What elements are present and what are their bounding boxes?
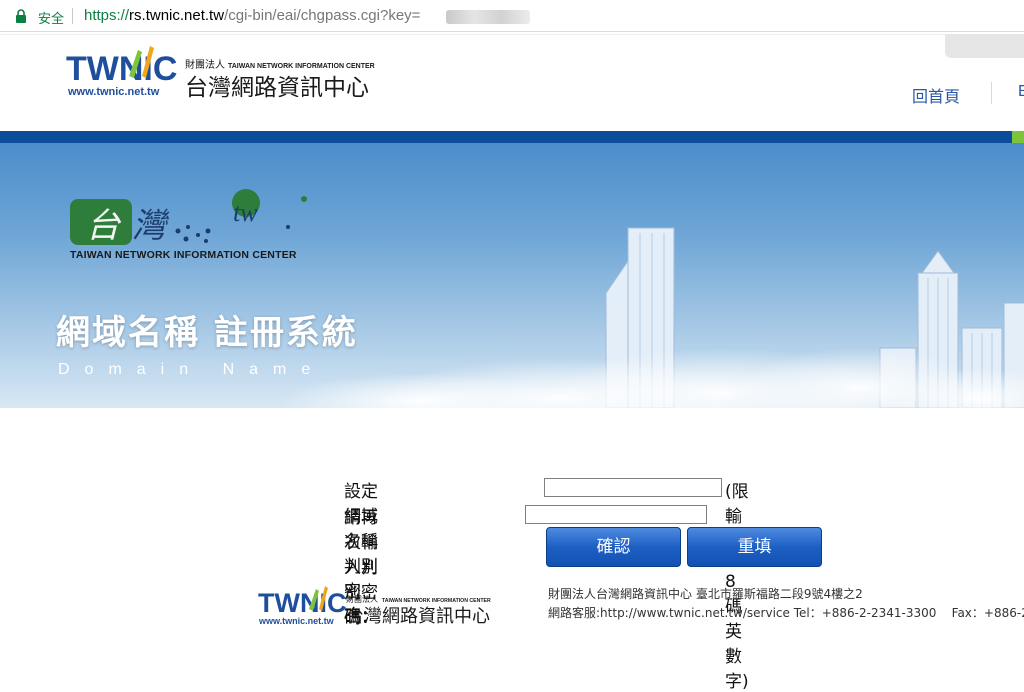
header-divider — [0, 34, 1024, 35]
footer-logo-url: www.twnic.net.tw — [258, 616, 335, 626]
footer-logo-org-zh: 台灣網路資訊中心 — [346, 606, 490, 626]
url-path: /cgi-bin/eai/chgpass.cgi?key= — [224, 7, 421, 24]
header-tab-edge — [945, 34, 1024, 58]
footer-logo-mark: TWNIC — [258, 588, 346, 618]
nav-separator — [991, 82, 992, 104]
logo-mark-text: TWNIC — [66, 50, 177, 88]
nav-next-link[interactable]: E — [1018, 83, 1024, 101]
footer-service-label: 網路客服: — [548, 606, 601, 620]
footer-tel: Tel：+886-2-2341-3300 — [789, 606, 937, 620]
nav-home-link[interactable]: 回首頁 — [912, 83, 960, 107]
footer-fax: Fax：+886-2- — [951, 606, 1024, 620]
logo-url-text: www.twnic.net.tw — [67, 86, 160, 98]
twnic-logo[interactable]: TWNIC www.twnic.net.tw 財團法人 TAIWAN NETWO… — [66, 42, 411, 98]
url-text[interactable]: https://rs.twnic.net.tw/cgi-bin/eai/chgp… — [84, 7, 420, 24]
svg-text:台: 台 — [86, 206, 122, 246]
footer-logo-org-en: TAIWAN NETWORK INFORMATION CENTER — [382, 598, 491, 604]
submit-button[interactable]: 確認 — [546, 527, 681, 567]
secure-label: 安全 — [38, 11, 65, 26]
redacted-key — [446, 10, 530, 24]
reset-button[interactable]: 重填 — [687, 527, 822, 567]
footer-logo-org-small: 財團法人 — [346, 594, 378, 604]
hero-banner: 台 灣 tw TAIWAN NETWORK INFORMATION CENTER… — [0, 143, 1024, 408]
url-protocol: https:// — [84, 7, 130, 24]
banner-org-en: TAIWAN NETWORK INFORMATION CENTER — [70, 249, 297, 261]
brand-band — [0, 131, 1024, 143]
banner-title: 網域名稱 註冊系統 — [56, 313, 358, 353]
password-input[interactable] — [544, 478, 722, 497]
logo-org-small: 財團法人 — [185, 58, 225, 71]
banner-subtitle: Domain Name — [58, 361, 326, 378]
emblem-tw-text: tw — [233, 198, 258, 227]
lock-icon — [16, 9, 26, 23]
footer-address: 財團法人台灣網路資訊中心 臺北市羅斯福路二段9號4樓之2 — [548, 587, 863, 601]
address-bar[interactable]: 安全 https://rs.twnic.net.tw/cgi-bin/eai/c… — [0, 0, 1024, 32]
logo-org-en: TAIWAN NETWORK INFORMATION CENTER — [228, 63, 375, 70]
footer-contact: 網路客服:http://www.twnic.net.tw/service Tel… — [548, 604, 1024, 621]
footer-twnic-logo: TWNIC www.twnic.net.tw 財團法人 TAIWAN NETWO… — [258, 586, 491, 626]
svg-text:灣: 灣 — [132, 206, 170, 246]
brand-band-accent — [1012, 131, 1024, 143]
confirm-password-input[interactable] — [525, 505, 707, 524]
url-host: rs.twnic.net.tw — [129, 7, 225, 24]
logo-org-zh: 台灣網路資訊中心 — [185, 75, 369, 98]
address-separator — [72, 8, 73, 24]
footer-service-link[interactable]: http://www.twnic.net.tw/service — [600, 606, 790, 620]
